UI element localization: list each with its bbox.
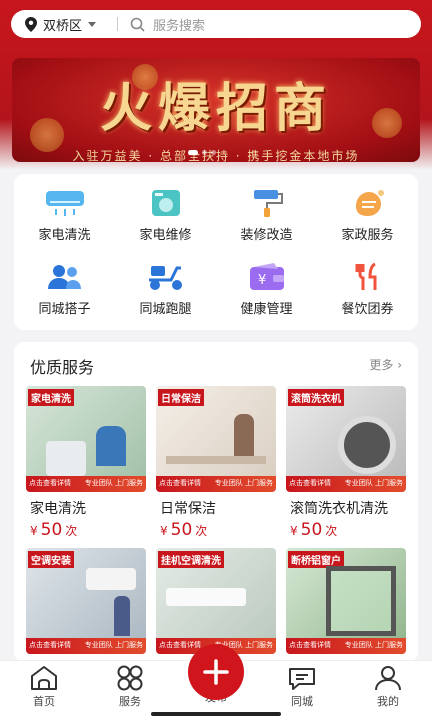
search-icon	[130, 17, 145, 32]
search-bar[interactable]: 双桥区 服务搜索	[11, 10, 421, 38]
category-item[interactable]: 同城跑腿	[115, 262, 216, 317]
promo-banner[interactable]: 火爆招商 入驻万益美 · 总部全扶持 · 携手挖金本地市场	[12, 58, 420, 162]
user-icon	[375, 666, 401, 691]
cleaning-hand-icon	[355, 190, 384, 216]
service-card[interactable]: 空调安装 点击查看详情 专业团队 上门服务	[26, 548, 146, 654]
service-card[interactable]: 断桥铝窗户 点击查看详情 专业团队 上门服务	[286, 548, 406, 654]
quality-services-card: 优质服务 更多 › 家电清洗 点击查看详情 专业团队 上门服务 家电清洗 ¥50 次…	[14, 342, 418, 662]
service-name: 滚筒洗衣机清洗	[290, 501, 388, 517]
category-item[interactable]: 装修改造	[216, 188, 317, 243]
service-card[interactable]: 挂机空调清洗 点击查看详情 专业团队 上门服务	[156, 548, 276, 654]
home-icon	[31, 666, 57, 690]
service-thumbnail: 家电清洗 点击查看详情 专业团队 上门服务	[26, 386, 146, 492]
more-link[interactable]: 更多 ›	[369, 356, 402, 373]
service-thumbnail: 挂机空调清洗 点击查看详情 专业团队 上门服务	[156, 548, 276, 654]
people-icon	[47, 265, 81, 289]
cutlery-icon	[355, 262, 376, 290]
wallet-icon: ¥	[249, 263, 284, 290]
category-item[interactable]: 餐饮团券	[317, 262, 418, 317]
search-input[interactable]: 服务搜索	[153, 15, 205, 34]
nav-mine[interactable]: 我的	[358, 665, 418, 709]
carousel-indicator	[188, 150, 216, 155]
plus-icon	[203, 659, 229, 685]
location-label: 双桥区	[43, 18, 83, 34]
home-indicator	[151, 712, 281, 716]
service-thumbnail: 日常保洁 点击查看详情 专业团队 上门服务	[156, 386, 276, 492]
category-item[interactable]: 同城搭子	[14, 262, 115, 317]
section-title: 优质服务	[30, 358, 95, 377]
chevron-right-icon: ›	[397, 358, 402, 372]
banner-subline: 入驻万益美 · 总部全扶持 · 携手挖金本地市场	[72, 149, 360, 162]
chevron-down-icon	[88, 21, 97, 27]
nav-city[interactable]: 同城	[272, 665, 332, 709]
service-card[interactable]: 滚筒洗衣机 点击查看详情 专业团队 上门服务 滚筒洗衣机清洗 ¥50 次	[286, 386, 406, 540]
paint-roller-icon	[253, 190, 283, 217]
service-price: ¥50 次	[160, 520, 208, 540]
publish-button[interactable]	[188, 644, 244, 700]
service-card[interactable]: 日常保洁 点击查看详情 专业团队 上门服务 日常保洁 ¥50 次	[156, 386, 276, 540]
appliance-repair-icon	[151, 190, 180, 216]
service-price: ¥50 次	[290, 520, 338, 540]
service-name: 日常保洁	[160, 501, 216, 517]
location-pin-icon	[25, 16, 37, 32]
category-item[interactable]: 家政服务	[317, 188, 418, 243]
nav-home[interactable]: 首页	[14, 665, 74, 709]
scooter-icon	[148, 266, 182, 290]
category-item[interactable]: 家电清洗	[14, 188, 115, 243]
banner-headline: 火爆招商	[99, 78, 332, 139]
category-item[interactable]: ¥ 健康管理	[216, 262, 317, 317]
grid-icon	[117, 665, 143, 691]
service-name: 家电清洗	[30, 501, 86, 517]
chat-bubble-icon	[289, 668, 315, 690]
category-grid: 家电清洗 家电维修 装修改造 家政服务 同城搭子 同城跑腿 ¥ 健康管理 餐饮团…	[14, 174, 418, 330]
divider	[117, 17, 118, 31]
service-card[interactable]: 家电清洗 点击查看详情 专业团队 上门服务 家电清洗 ¥50 次	[26, 386, 146, 540]
service-thumbnail: 空调安装 点击查看详情 专业团队 上门服务	[26, 548, 146, 654]
service-thumbnail: 滚筒洗衣机 点击查看详情 专业团队 上门服务	[286, 386, 406, 492]
service-price: ¥50 次	[30, 520, 78, 540]
svg-text:¥: ¥	[258, 273, 266, 288]
category-item[interactable]: 家电维修	[115, 188, 216, 243]
nav-service[interactable]: 服务	[100, 665, 160, 709]
location-selector[interactable]: 双桥区	[11, 15, 117, 34]
service-thumbnail: 断桥铝窗户 点击查看详情 专业团队 上门服务	[286, 548, 406, 654]
air-conditioner-icon	[45, 191, 84, 216]
